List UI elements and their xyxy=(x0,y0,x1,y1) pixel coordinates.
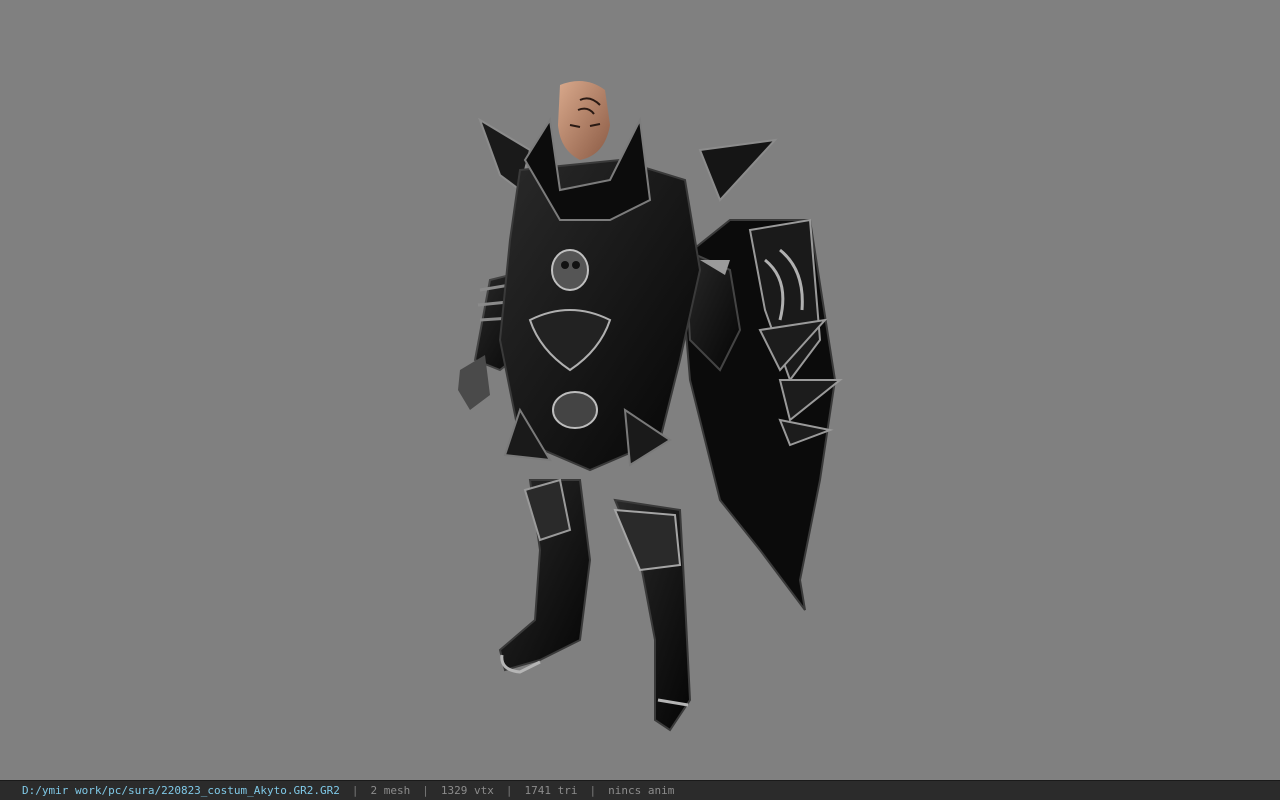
status-bar: D:/ymir work/pc/sura/220823_costum_Akyto… xyxy=(0,780,1280,800)
shoulder-spike-right xyxy=(698,138,778,202)
belt-skull-emblem xyxy=(552,391,598,429)
chest-skull-emblem xyxy=(551,249,589,291)
separator: | xyxy=(422,784,429,797)
triangle-count-label: 1741 tri xyxy=(524,784,578,797)
head xyxy=(558,81,610,160)
animation-status-label: nincs anim xyxy=(608,784,675,797)
character-model[interactable] xyxy=(430,80,850,740)
separator: | xyxy=(589,784,597,797)
3d-viewport[interactable] xyxy=(0,0,1280,780)
separator: | xyxy=(505,784,513,797)
separator: | xyxy=(351,784,359,797)
vertex-count-label: 1329 vtx xyxy=(440,784,494,797)
file-path-label: D:/ymir work/pc/sura/220823_costum_Akyto… xyxy=(22,784,340,797)
mesh-count-label: 2 mesh xyxy=(370,784,411,797)
